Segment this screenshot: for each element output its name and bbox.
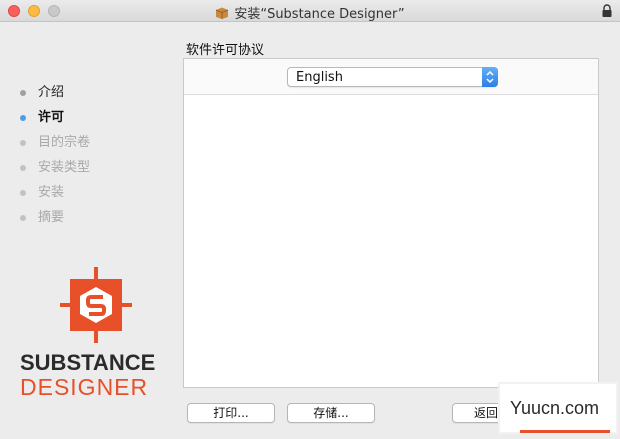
substance-logo-icon <box>60 267 132 343</box>
sidebar: 介绍 许可 目的宗卷 安装类型 安装 摘要 SUBSTANCE DESIGNER <box>0 22 180 439</box>
substance-designer-logo: SUBSTANCE DESIGNER <box>20 267 172 399</box>
lock-icon <box>602 4 612 17</box>
step-bullet <box>20 114 26 121</box>
step-introduction: 介绍 <box>20 80 90 105</box>
watermark-box: Yuucn.com <box>498 382 618 434</box>
step-bullet <box>20 89 26 96</box>
license-panel: English <box>183 58 599 388</box>
language-bar: English <box>184 59 598 95</box>
step-license: 许可 <box>20 105 90 130</box>
step-label: 安装 <box>38 184 65 200</box>
license-text-area[interactable] <box>184 96 598 387</box>
step-label: 安装类型 <box>38 159 91 175</box>
package-icon <box>216 7 229 19</box>
watermark-text: Yuucn.com <box>510 398 600 418</box>
logo-text-substance: SUBSTANCE <box>20 350 156 375</box>
step-destination: 目的宗卷 <box>20 130 90 155</box>
step-installation-type: 安装类型 <box>20 155 90 180</box>
select-arrows-icon <box>482 67 498 87</box>
window-title-area: 安装“Substance Designer” <box>0 3 620 22</box>
step-bullet <box>20 164 26 171</box>
installer-steps: 介绍 许可 目的宗卷 安装类型 安装 摘要 <box>20 80 90 230</box>
step-install: 安装 <box>20 180 90 205</box>
step-summary: 摘要 <box>20 205 90 230</box>
logo-text-designer: DESIGNER <box>20 374 149 400</box>
title-bar: 安装“Substance Designer” <box>0 0 620 22</box>
step-bullet <box>20 214 26 221</box>
window-title: 安装“Substance Designer” <box>234 7 405 22</box>
print-button[interactable]: 打印... <box>187 403 275 423</box>
watermark-underline <box>520 430 610 433</box>
save-button[interactable]: 存储... <box>287 403 375 423</box>
step-label: 摘要 <box>38 209 65 225</box>
language-select[interactable]: English <box>287 67 498 87</box>
step-bullet <box>20 189 26 196</box>
language-select-value: English <box>296 70 343 85</box>
step-label: 许可 <box>38 109 65 125</box>
section-title: 软件许可协议 <box>186 43 265 58</box>
step-label: 目的宗卷 <box>38 134 91 150</box>
step-label: 介绍 <box>38 84 65 100</box>
step-bullet <box>20 139 26 146</box>
